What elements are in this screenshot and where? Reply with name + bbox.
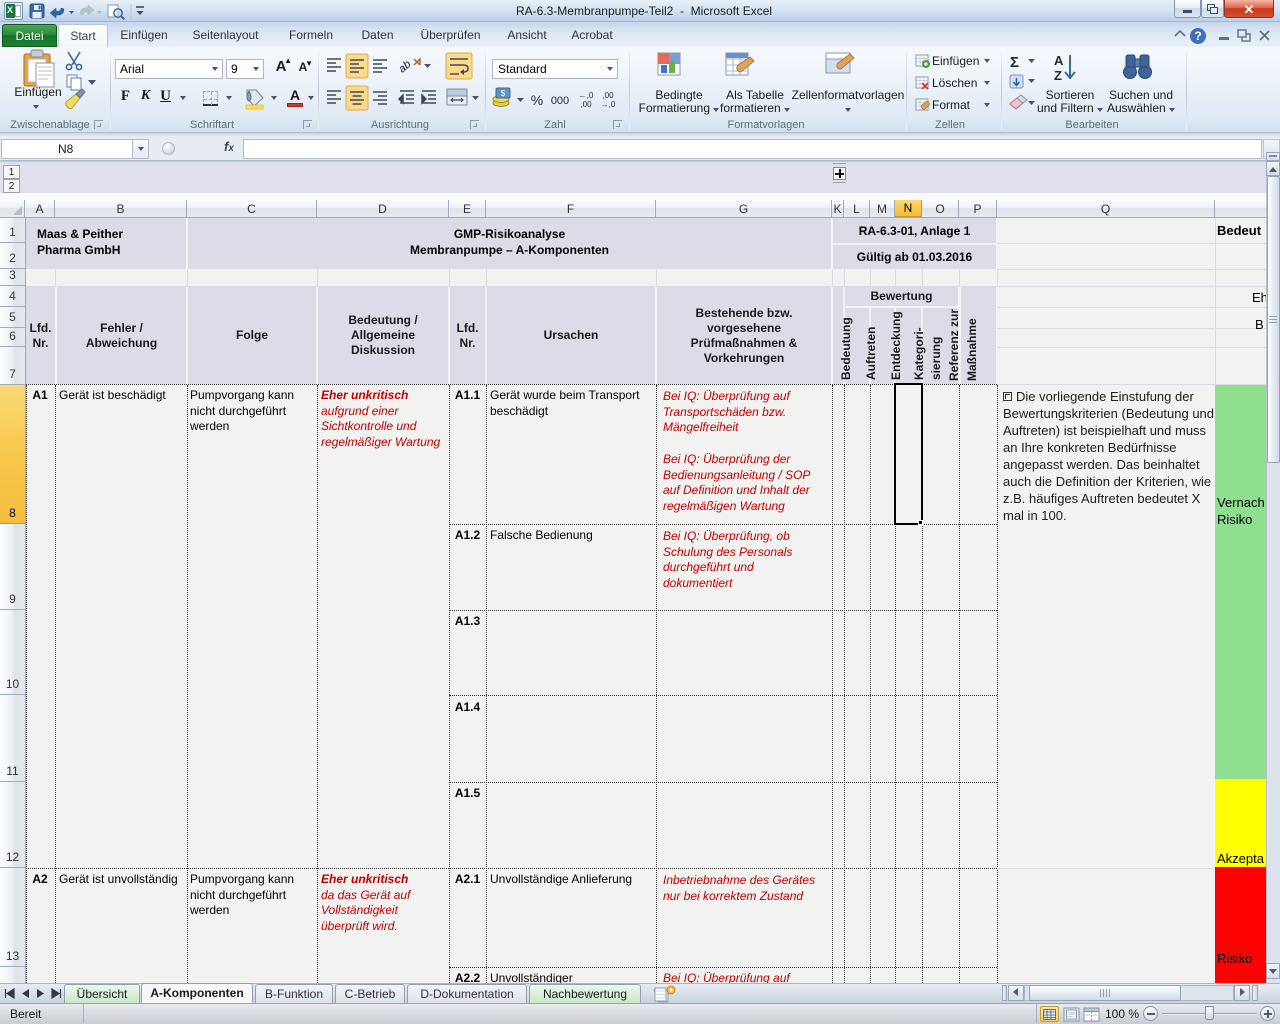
svg-text:%: % [531,92,543,108]
svg-text:→,0: →,0 [601,100,616,109]
svg-text:←,0: ←,0 [579,91,594,100]
svg-text:?: ? [1194,29,1201,43]
svg-text:A: A [1054,53,1064,68]
svg-text:Σ: Σ [1010,54,1019,71]
svg-text:$: $ [501,89,506,98]
svg-text:,00: ,00 [580,100,592,109]
svg-text:Z: Z [1054,68,1062,83]
svg-text:000: 000 [551,95,569,107]
svg-text:,00: ,00 [602,91,614,100]
svg-text:ab: ab [396,58,413,75]
